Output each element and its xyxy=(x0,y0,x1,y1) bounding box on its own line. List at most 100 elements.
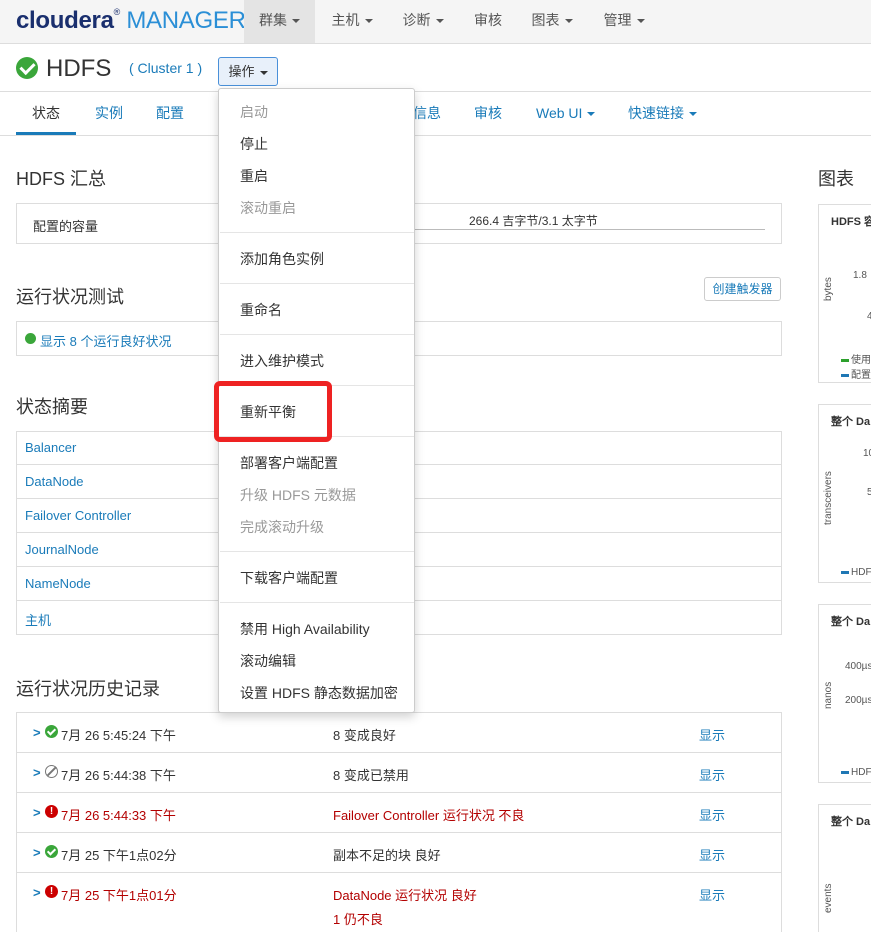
tab-quick-links[interactable]: 快速链接 xyxy=(628,92,697,135)
history-time: 7月 26 5:44:33 下午 xyxy=(61,808,176,823)
logo-product: MANAGER xyxy=(126,7,246,34)
history-row: > ! 7月 25 下午1点01分 DataNode 运行状况 良好 1 仍不良… xyxy=(16,873,782,932)
chevron-down-icon xyxy=(364,19,373,24)
chart-y-label: events xyxy=(823,883,834,913)
actions-dropdown-button[interactable]: 操作 xyxy=(218,57,278,86)
menu-item-rolling-restart[interactable]: 滚动重启 xyxy=(240,198,296,218)
chart-card-datanode-transceivers[interactable]: 整个 Da transceivers 10 5 HDF xyxy=(818,404,871,583)
bad-health-icon: ! xyxy=(45,805,58,818)
expand-chevron-icon[interactable]: > xyxy=(33,885,41,900)
history-time: 7月 25 下午1点01分 xyxy=(61,888,177,903)
configured-capacity-label: 配置的容量 xyxy=(33,219,99,234)
chart-card-datanode-latency[interactable]: 整个 Da nanos 400µs 200µs HDF xyxy=(818,604,871,783)
charts-title: 图表 xyxy=(818,169,854,189)
menu-item-finalize-rolling-upgrade[interactable]: 完成滚动升级 xyxy=(240,517,324,537)
chart-legend-item: 配置 xyxy=(841,366,871,381)
tab-audits[interactable]: 审核 xyxy=(474,92,502,135)
chart-card-hdfs-capacity[interactable]: HDFS 容 bytes 1.8 4 使用 配置 xyxy=(818,204,871,383)
good-health-icon xyxy=(45,725,58,738)
chart-y-label: transceivers xyxy=(823,471,834,525)
history-description: 8 变成已禁用 xyxy=(333,768,409,783)
chart-legend-item: HDF xyxy=(841,767,871,778)
hdfs-summary-title: HDFS 汇总 xyxy=(16,169,106,189)
history-time: 7月 26 5:45:24 下午 xyxy=(61,728,176,743)
menu-item-roll-edits[interactable]: 滚动编辑 xyxy=(240,651,296,671)
chart-tick: 400µs xyxy=(845,661,871,672)
chart-y-label: bytes xyxy=(823,277,834,301)
nav-diagnostics-menu[interactable]: 诊断 xyxy=(389,0,457,43)
good-health-icon xyxy=(16,57,38,79)
chevron-down-icon xyxy=(689,112,697,117)
show-good-health-tests-link[interactable]: 显示 8 个运行良好状况 xyxy=(40,331,171,350)
history-show-link[interactable]: 显示 xyxy=(699,725,725,744)
tab-instances[interactable]: 实例 xyxy=(95,92,123,135)
history-row: > 7月 26 5:45:24 下午 8 变成良好 显示 xyxy=(16,713,782,753)
tab-status[interactable]: 状态 xyxy=(16,92,76,135)
chevron-down-icon xyxy=(564,19,573,24)
nav-audits-link[interactable]: 审核 xyxy=(462,0,514,43)
configured-capacity-value: 266.4 吉字节/3.1 太字节 xyxy=(469,214,598,228)
chart-tick: 1.8 xyxy=(853,270,867,281)
expand-chevron-icon[interactable]: > xyxy=(33,765,41,780)
good-health-icon xyxy=(45,845,58,858)
menu-item-add-role-instances[interactable]: 添加角色实例 xyxy=(240,249,324,269)
chart-y-label: nanos xyxy=(823,681,834,709)
chevron-down-icon xyxy=(292,19,300,24)
good-health-icon xyxy=(25,333,36,344)
tab-configuration[interactable]: 配置 xyxy=(156,92,184,135)
logo-brand: cloudera xyxy=(16,7,114,34)
chart-tick: 5 xyxy=(867,487,871,498)
highlight-annotation xyxy=(214,381,332,442)
history-row: > ! 7月 26 5:44:33 下午 Failover Controller… xyxy=(16,793,782,833)
tab-info[interactable]: 信息 xyxy=(413,92,441,135)
expand-chevron-icon[interactable]: > xyxy=(33,805,41,820)
history-description: DataNode 运行状况 良好 xyxy=(333,888,477,903)
menu-item-stop[interactable]: 停止 xyxy=(240,134,268,154)
history-time: 7月 26 5:44:38 下午 xyxy=(61,768,176,783)
menu-divider xyxy=(220,232,414,233)
nav-clusters-menu[interactable]: 群集 xyxy=(244,0,315,43)
health-tests-title: 运行状况测试 xyxy=(16,287,124,307)
nav-administration-menu[interactable]: 管理 xyxy=(590,0,658,43)
history-description: Failover Controller 运行状况 不良 xyxy=(333,808,525,823)
history-row: > 7月 25 下午1点02分 副本不足的块 良好 显示 xyxy=(16,833,782,873)
status-summary-title: 状态摘要 xyxy=(16,397,88,417)
service-header: HDFS ( Cluster 1 ) 操作 xyxy=(0,44,871,92)
bad-health-icon: ! xyxy=(45,885,58,898)
service-title: HDFS xyxy=(46,55,112,82)
menu-item-rename[interactable]: 重命名 xyxy=(240,300,282,320)
logo-registered-mark: ® xyxy=(113,7,121,17)
menu-item-restart[interactable]: 重启 xyxy=(240,166,268,186)
menu-item-setup-hdfs-data-at-rest-encryption[interactable]: 设置 HDFS 静态数据加密 xyxy=(240,683,398,703)
history-show-link[interactable]: 显示 xyxy=(699,845,725,864)
cluster-link[interactable]: ( Cluster 1 ) xyxy=(129,60,202,76)
menu-item-upgrade-hdfs-metadata[interactable]: 升级 HDFS 元数据 xyxy=(240,485,356,505)
chevron-down-icon xyxy=(587,112,596,117)
history-show-link[interactable]: 显示 xyxy=(699,765,725,784)
menu-item-deploy-client-config[interactable]: 部署客户端配置 xyxy=(240,453,338,473)
menu-item-start[interactable]: 启动 xyxy=(240,102,268,122)
expand-chevron-icon[interactable]: > xyxy=(33,725,41,740)
tab-web-ui[interactable]: Web UI xyxy=(536,92,596,135)
menu-divider xyxy=(220,602,414,603)
nav-hosts-menu[interactable]: 主机 xyxy=(318,0,386,43)
expand-chevron-icon[interactable]: > xyxy=(33,845,41,860)
nav-charts-menu[interactable]: 图表 xyxy=(518,0,586,43)
menu-item-disable-high-availability[interactable]: 禁用 High Availability xyxy=(240,619,370,639)
top-navbar: cloudera® MANAGER 群集 主机 诊断 审核 图表 管理 xyxy=(0,0,871,44)
menu-item-download-client-config[interactable]: 下载客户端配置 xyxy=(240,568,338,588)
chart-card-datanode-events[interactable]: 整个 Da events xyxy=(818,804,871,932)
chart-title: 整个 Da xyxy=(831,616,871,628)
chart-tick: 200µs xyxy=(845,695,871,706)
history-show-link[interactable]: 显示 xyxy=(699,885,725,904)
service-tabs: 状态 实例 配置 信息 审核 Web UI 快速链接 xyxy=(0,92,871,136)
history-row: > 7月 26 5:44:38 下午 8 变成已禁用 显示 xyxy=(16,753,782,793)
create-trigger-button[interactable]: 创建触发器 xyxy=(704,277,781,301)
disabled-icon xyxy=(45,765,58,778)
cloudera-manager-logo[interactable]: cloudera® MANAGER xyxy=(16,7,246,35)
history-show-link[interactable]: 显示 xyxy=(699,805,725,824)
chevron-down-icon xyxy=(435,19,444,24)
menu-divider xyxy=(220,551,414,552)
menu-item-enter-maintenance-mode[interactable]: 进入维护模式 xyxy=(240,351,324,371)
chart-legend-item: 使用 xyxy=(841,351,871,366)
